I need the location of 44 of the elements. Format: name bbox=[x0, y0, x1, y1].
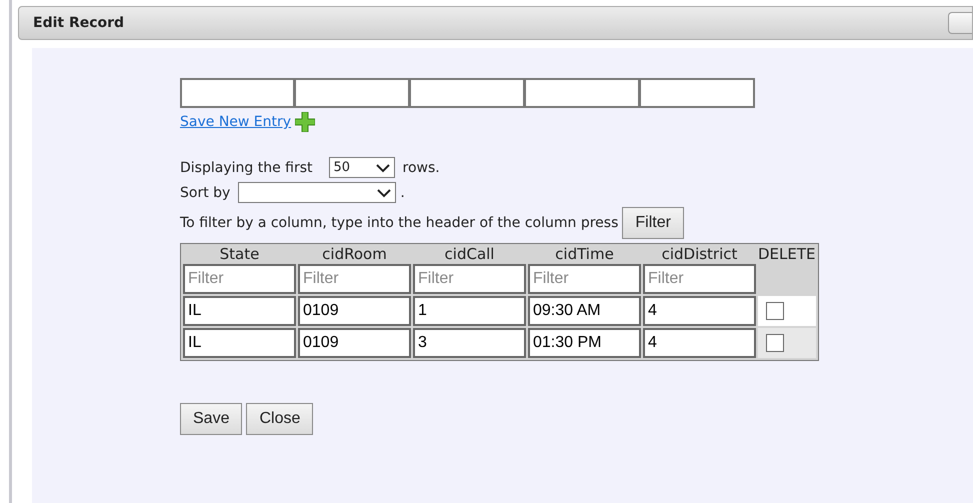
column-header: DELETE bbox=[758, 245, 816, 263]
column-header: cidDistrict bbox=[662, 245, 738, 263]
sort-suffix: . bbox=[400, 184, 405, 202]
cell-field[interactable]: 0109 bbox=[298, 328, 411, 358]
column-header: State bbox=[220, 245, 260, 263]
filter-field[interactable]: Filter bbox=[643, 264, 756, 294]
caret-icon bbox=[376, 162, 390, 172]
sort-select[interactable] bbox=[238, 182, 396, 203]
filter-hint: To filter by a column, type into the header of the column press bbox=[180, 214, 618, 232]
cell-field[interactable]: 01:30 PM bbox=[528, 328, 641, 358]
entry-field[interactable] bbox=[295, 78, 410, 108]
entry-field[interactable] bbox=[640, 78, 755, 108]
entry-field[interactable] bbox=[180, 78, 295, 108]
title-bar-button[interactable] bbox=[948, 12, 972, 34]
filter-button[interactable]: Filter bbox=[622, 207, 684, 239]
column-header: cidRoom bbox=[322, 245, 387, 263]
cell-field[interactable]: IL bbox=[183, 328, 296, 358]
dialog-title: Edit Record bbox=[33, 14, 124, 32]
cell-field[interactable]: 4 bbox=[643, 328, 756, 358]
filter-field[interactable]: Filter bbox=[528, 264, 641, 294]
cell-field[interactable]: 09:30 AM bbox=[528, 296, 641, 326]
sort-label: Sort by bbox=[180, 184, 230, 202]
cell-field[interactable]: 1 bbox=[413, 296, 526, 326]
entry-field[interactable] bbox=[410, 78, 525, 108]
cell-field[interactable]: 0109 bbox=[298, 296, 411, 326]
page-size-select[interactable]: 50 bbox=[328, 157, 394, 178]
cell-field[interactable]: 3 bbox=[413, 328, 526, 358]
caret-icon bbox=[377, 188, 392, 198]
entry-field[interactable] bbox=[525, 78, 640, 108]
cell-field[interactable]: IL bbox=[183, 296, 296, 326]
delete-checkbox[interactable] bbox=[766, 334, 784, 352]
filter-field[interactable]: Filter bbox=[183, 264, 296, 294]
paging-label: Displaying the first bbox=[180, 158, 312, 178]
filter-field[interactable]: Filter bbox=[298, 264, 411, 294]
close-button[interactable]: Close bbox=[246, 403, 314, 435]
save-new-entry-link[interactable]: Save New Entry bbox=[180, 112, 292, 133]
paging-suffix: rows. bbox=[402, 158, 440, 178]
save-button[interactable]: Save bbox=[180, 403, 242, 435]
filter-field[interactable]: Filter bbox=[413, 264, 526, 294]
column-header: cidTime bbox=[555, 245, 614, 263]
column-header: cidCall bbox=[444, 245, 494, 263]
plus-icon bbox=[295, 112, 316, 132]
cell-field[interactable]: 4 bbox=[643, 296, 756, 326]
delete-checkbox[interactable] bbox=[766, 302, 784, 320]
